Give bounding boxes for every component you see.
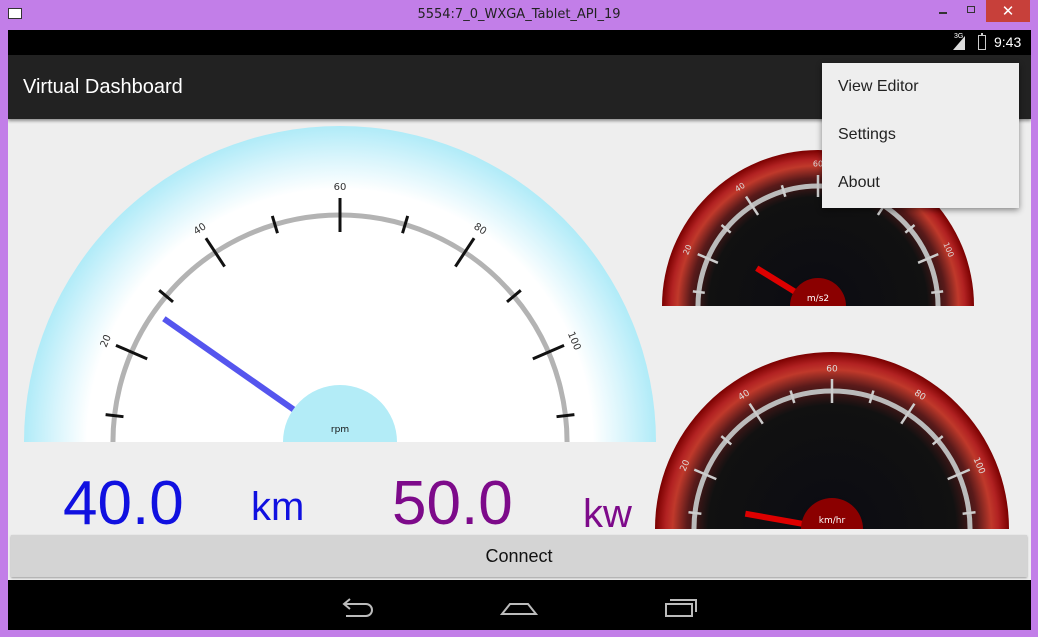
maximize-icon xyxy=(967,6,975,13)
window-titlebar: 5554:7_0_WXGA_Tablet_API_19 ✕ xyxy=(0,0,1038,30)
rpm-tick-label: 60 xyxy=(334,182,347,193)
rpm-minor-tick xyxy=(105,413,124,419)
menu-item-label: View Editor xyxy=(838,78,919,95)
rpm-unit-label: rpm xyxy=(331,425,349,435)
navigation-bar xyxy=(8,580,1031,630)
menu-item-label: About xyxy=(838,174,880,191)
emulator-screen: 3G 9:43 Virtual Dashboard 02040608010012… xyxy=(8,30,1031,630)
battery-icon xyxy=(978,33,986,50)
speed-minor-tick xyxy=(688,510,702,515)
acceleration-minor-tick xyxy=(692,290,705,295)
back-icon[interactable] xyxy=(336,590,376,620)
speed-unit-label: km/hr xyxy=(819,516,846,526)
app-title: Virtual Dashboard xyxy=(23,76,183,98)
minimize-button[interactable] xyxy=(930,0,956,22)
signal-icon xyxy=(953,36,965,50)
home-icon[interactable] xyxy=(499,590,539,620)
rpm-gauge: 020406080100120 rpm xyxy=(24,126,656,442)
rpm-minor-tick xyxy=(556,413,575,419)
clock: 9:43 xyxy=(994,34,1022,50)
distance-unit: km xyxy=(251,485,305,529)
maximize-button[interactable] xyxy=(957,0,985,22)
distance-value: 40.0 xyxy=(63,469,184,538)
speed-tick-label: 60 xyxy=(826,365,838,375)
speed-gauge: 020406080100120 km/hr xyxy=(655,352,1009,529)
menu-item-label: Settings xyxy=(838,126,896,143)
menu-item-about[interactable]: About xyxy=(822,159,1019,207)
acceleration-minor-tick xyxy=(931,290,944,295)
connect-button[interactable]: Connect xyxy=(11,535,1027,577)
acceleration-unit-label: m/s2 xyxy=(807,294,829,304)
minimize-icon xyxy=(939,12,947,14)
power-unit: kw xyxy=(583,492,632,536)
window-title: 5554:7_0_WXGA_Tablet_API_19 xyxy=(417,7,621,22)
menu-item-view-editor[interactable]: View Editor xyxy=(822,63,1019,111)
power-value: 50.0 xyxy=(392,469,513,538)
close-window-button[interactable]: ✕ xyxy=(986,0,1030,22)
speed-minor-tick xyxy=(962,510,976,515)
recents-icon[interactable] xyxy=(660,590,700,620)
close-icon: ✕ xyxy=(1001,2,1015,20)
overflow-menu: View Editor Settings About xyxy=(822,63,1019,208)
status-bar: 3G 9:43 xyxy=(8,30,1031,55)
menu-item-settings[interactable]: Settings xyxy=(822,111,1019,159)
